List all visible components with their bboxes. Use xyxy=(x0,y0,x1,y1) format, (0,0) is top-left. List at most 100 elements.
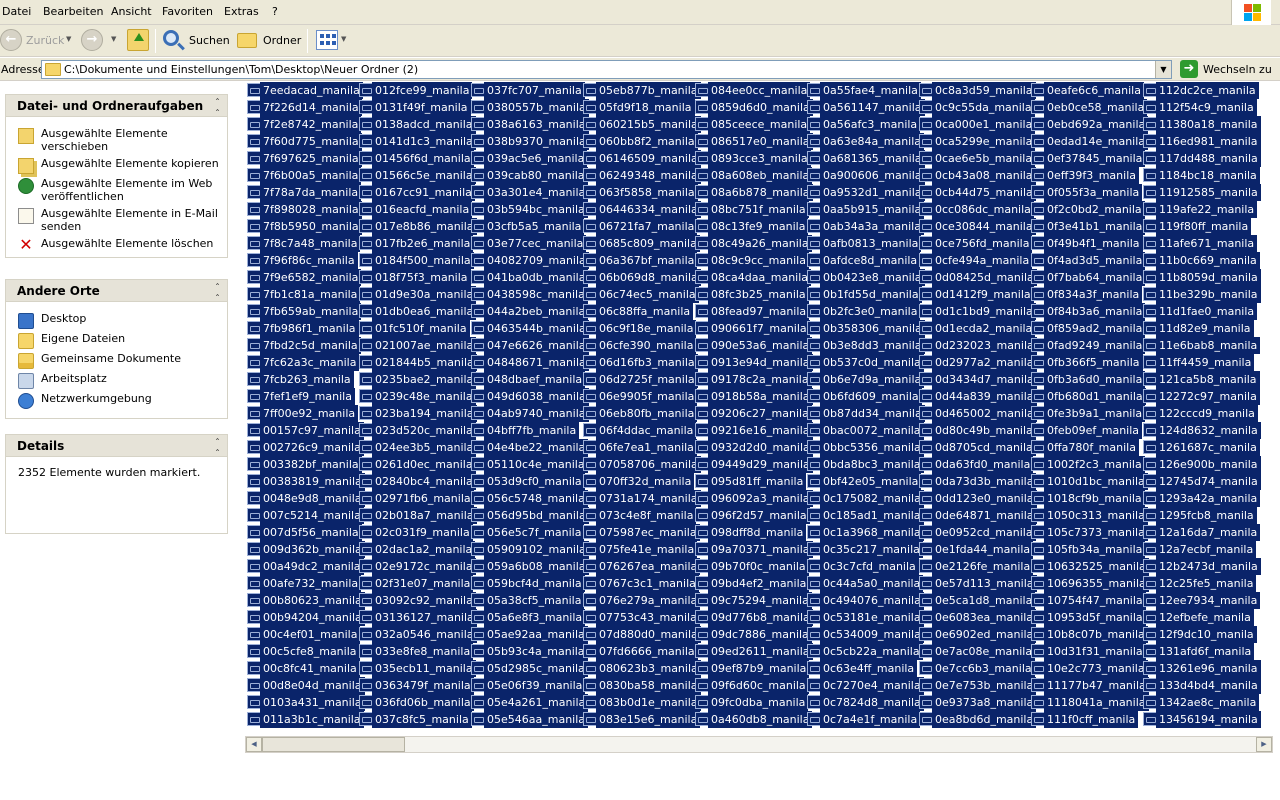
file-name[interactable]: 0a681365_manila xyxy=(820,150,925,167)
address-field[interactable]: C:\Dokumente und Einstellungen\Tom\Deskt… xyxy=(41,60,1172,79)
file-name[interactable]: 7fb659ab_manila xyxy=(260,303,362,320)
file-name[interactable]: 0c9c55da_manila xyxy=(932,99,1035,116)
file-name[interactable]: 0c175082_manila xyxy=(820,490,924,507)
file-name[interactable]: 112f54c9_manila xyxy=(1156,99,1257,116)
file-name[interactable]: 075987ec_manila xyxy=(596,524,700,541)
file-name[interactable]: 03b594bc_manila xyxy=(484,201,588,218)
file-name[interactable]: 0d1ecda2_manila xyxy=(932,320,1036,337)
file-name[interactable]: 12272c97_manila xyxy=(1156,388,1260,405)
file-name[interactable]: 02dac1a2_manila xyxy=(372,541,476,558)
file-name[interactable]: 0eafe6c6_manila xyxy=(1044,82,1144,99)
file-name[interactable]: 0167cc91_manila xyxy=(372,184,475,201)
file-name[interactable]: 0aa5b915_manila xyxy=(820,201,925,218)
file-name[interactable]: 009d362b_manila xyxy=(260,541,365,558)
menu-favoriten[interactable]: Favoriten xyxy=(162,5,213,18)
file-name[interactable]: 00383819_manila xyxy=(260,473,365,490)
file-name[interactable]: 1010d1bc_manila xyxy=(1044,473,1148,490)
file-name[interactable]: 08fead97_manila xyxy=(708,303,810,320)
file-name[interactable]: 03cfb5a5_manila xyxy=(484,218,585,235)
file-name[interactable]: 7fbd2c5d_manila xyxy=(260,337,361,354)
file-name[interactable]: 011a3b1c_manila xyxy=(260,711,364,728)
file-name[interactable]: 0b2fc3e0_manila xyxy=(820,303,921,320)
file-name[interactable]: 0a55fae4_manila xyxy=(820,82,921,99)
file-name[interactable]: 0f834a3f_manila xyxy=(1044,286,1143,303)
file-name[interactable]: 1050c313_manila xyxy=(1044,507,1148,524)
file-name[interactable]: 7f8c7a48_manila xyxy=(260,235,361,252)
file-name[interactable]: 00b80623_manila xyxy=(260,592,365,609)
file-name[interactable]: 122cccd9_manila xyxy=(1156,405,1258,422)
file-name[interactable]: 06d2725f_manila xyxy=(596,371,698,388)
details-header[interactable]: Details ˆˆ xyxy=(6,435,227,460)
file-name[interactable]: 03a301e4_manila xyxy=(484,184,589,201)
file-name[interactable]: 0ab34a3a_manila xyxy=(820,218,924,235)
file-name[interactable]: 0f2c0bd2_manila xyxy=(1044,201,1145,218)
file-name[interactable]: 059bcf4d_manila xyxy=(484,575,585,592)
file-name[interactable]: 06fe7ea1_manila xyxy=(596,439,697,456)
file-name[interactable]: 01456f6d_manila xyxy=(372,150,474,167)
file-name[interactable]: 007d5f56_manila xyxy=(260,524,362,541)
file-name[interactable]: 0d465002_manila xyxy=(932,405,1037,422)
file-name[interactable]: 080623b3_manila xyxy=(596,660,701,677)
file-name[interactable]: 044a2beb_manila xyxy=(484,303,589,320)
file-name[interactable]: 7ff00e92_manila xyxy=(260,405,359,422)
file-name[interactable]: 076e279a_manila xyxy=(596,592,701,609)
file-name[interactable]: 7f60d775_manila xyxy=(260,133,362,150)
file-name[interactable]: 0b1fd55d_manila xyxy=(820,286,922,303)
file-name[interactable]: 039ac5e6_manila xyxy=(484,150,588,167)
file-name[interactable]: 0141d1c3_manila xyxy=(372,133,476,150)
file-name[interactable]: 017fb2e6_manila xyxy=(372,235,474,252)
file-name[interactable]: 0a900606_manila xyxy=(820,167,925,184)
place-network-label[interactable]: Netzwerkumgebung xyxy=(41,392,221,405)
address-path[interactable]: C:\Dokumente und Einstellungen\Tom\Deskt… xyxy=(64,63,418,76)
file-name[interactable]: 0fb366f5_manila xyxy=(1044,354,1143,371)
place-desktop[interactable]: Desktop xyxy=(18,312,223,329)
task-delete-label[interactable]: Ausgewählte Elemente löschen xyxy=(41,237,221,250)
file-name[interactable]: 023ba194_manila xyxy=(372,405,477,422)
other-places-header[interactable]: Andere Orte ˆˆ xyxy=(6,280,227,305)
file-name[interactable]: 0c1a3968_manila xyxy=(820,524,924,541)
file-name[interactable]: 119afe22_manila xyxy=(1156,201,1258,218)
file-name[interactable]: 0eb0ce58_manila xyxy=(1044,99,1148,116)
file-name[interactable]: 07058706_manila xyxy=(596,456,701,473)
file-name[interactable]: 131afd6f_manila xyxy=(1156,643,1255,660)
file-name[interactable]: 0d1412f9_manila xyxy=(932,286,1034,303)
back-dropdown-icon[interactable]: ▼ xyxy=(66,35,71,43)
file-list[interactable]: 7eedacad_manila 7f226d14_manila 7f2e8742_m… xyxy=(245,82,1272,730)
file-name[interactable]: 09ef87b9_manila xyxy=(708,660,810,677)
place-network[interactable]: Netzwerkumgebung xyxy=(18,392,223,409)
file-name[interactable]: 0fb3a6d0_manila xyxy=(1044,371,1146,388)
file-name[interactable]: 04bff7fb_manila xyxy=(484,422,580,439)
file-name[interactable]: 11b8059d_manila xyxy=(1156,269,1261,286)
file-name[interactable]: 018f75f3_manila xyxy=(372,269,471,286)
file-name[interactable]: 02c031f9_manila xyxy=(372,524,473,541)
file-name[interactable]: 0ca5299e_manila xyxy=(932,133,1036,150)
file-name[interactable]: 0048e9d8_manila xyxy=(260,490,365,507)
file-name[interactable]: 7fb986f1_manila xyxy=(260,320,359,337)
file-name[interactable]: 0830ba58_manila xyxy=(596,677,701,694)
file-name[interactable]: 06721fa7_manila xyxy=(596,218,698,235)
file-name[interactable]: 7fc62a3c_manila xyxy=(260,354,360,371)
file-name[interactable]: 0893cce3_manila xyxy=(708,150,811,167)
menu-datei[interactable]: Datei xyxy=(2,5,31,18)
file-name[interactable]: 0b0423e8_manila xyxy=(820,269,925,286)
place-shared-documents-label[interactable]: Gemeinsame Dokumente xyxy=(41,352,221,365)
file-name[interactable]: 0fb680d1_manila xyxy=(1044,388,1146,405)
file-name[interactable]: 133d4bd4_manila xyxy=(1156,677,1261,694)
file-name[interactable]: 056e5c7f_manila xyxy=(484,524,585,541)
file-name[interactable]: 038b9370_manila xyxy=(484,133,589,150)
go-arrow-icon[interactable]: ➜ xyxy=(1180,60,1198,78)
file-name[interactable]: 060bb8f2_manila xyxy=(596,133,698,150)
file-name[interactable]: 002726c9_manila xyxy=(260,439,364,456)
file-name[interactable]: 119f80ff_manila xyxy=(1156,218,1252,235)
file-name[interactable]: 0184f500_manila xyxy=(372,252,474,269)
file-name[interactable]: 05e546aa_manila xyxy=(484,711,589,728)
file-name[interactable]: 1118041a_manila xyxy=(1044,694,1149,711)
details-title[interactable]: Details xyxy=(17,439,64,453)
go-button[interactable]: ➜ Wechseln zu xyxy=(1178,59,1274,80)
collapse-chevron-icon[interactable]: ˆˆ xyxy=(215,98,220,120)
file-name[interactable]: 0d2977a2_manila xyxy=(932,354,1037,371)
file-name[interactable]: 048dbaef_manila xyxy=(484,371,586,388)
file-name[interactable]: 0bf42e05_manila xyxy=(820,473,922,490)
file-name[interactable]: 0ea8bd6d_manila xyxy=(932,711,1037,728)
file-name[interactable]: 0f3e41b1_manila xyxy=(1044,218,1146,235)
